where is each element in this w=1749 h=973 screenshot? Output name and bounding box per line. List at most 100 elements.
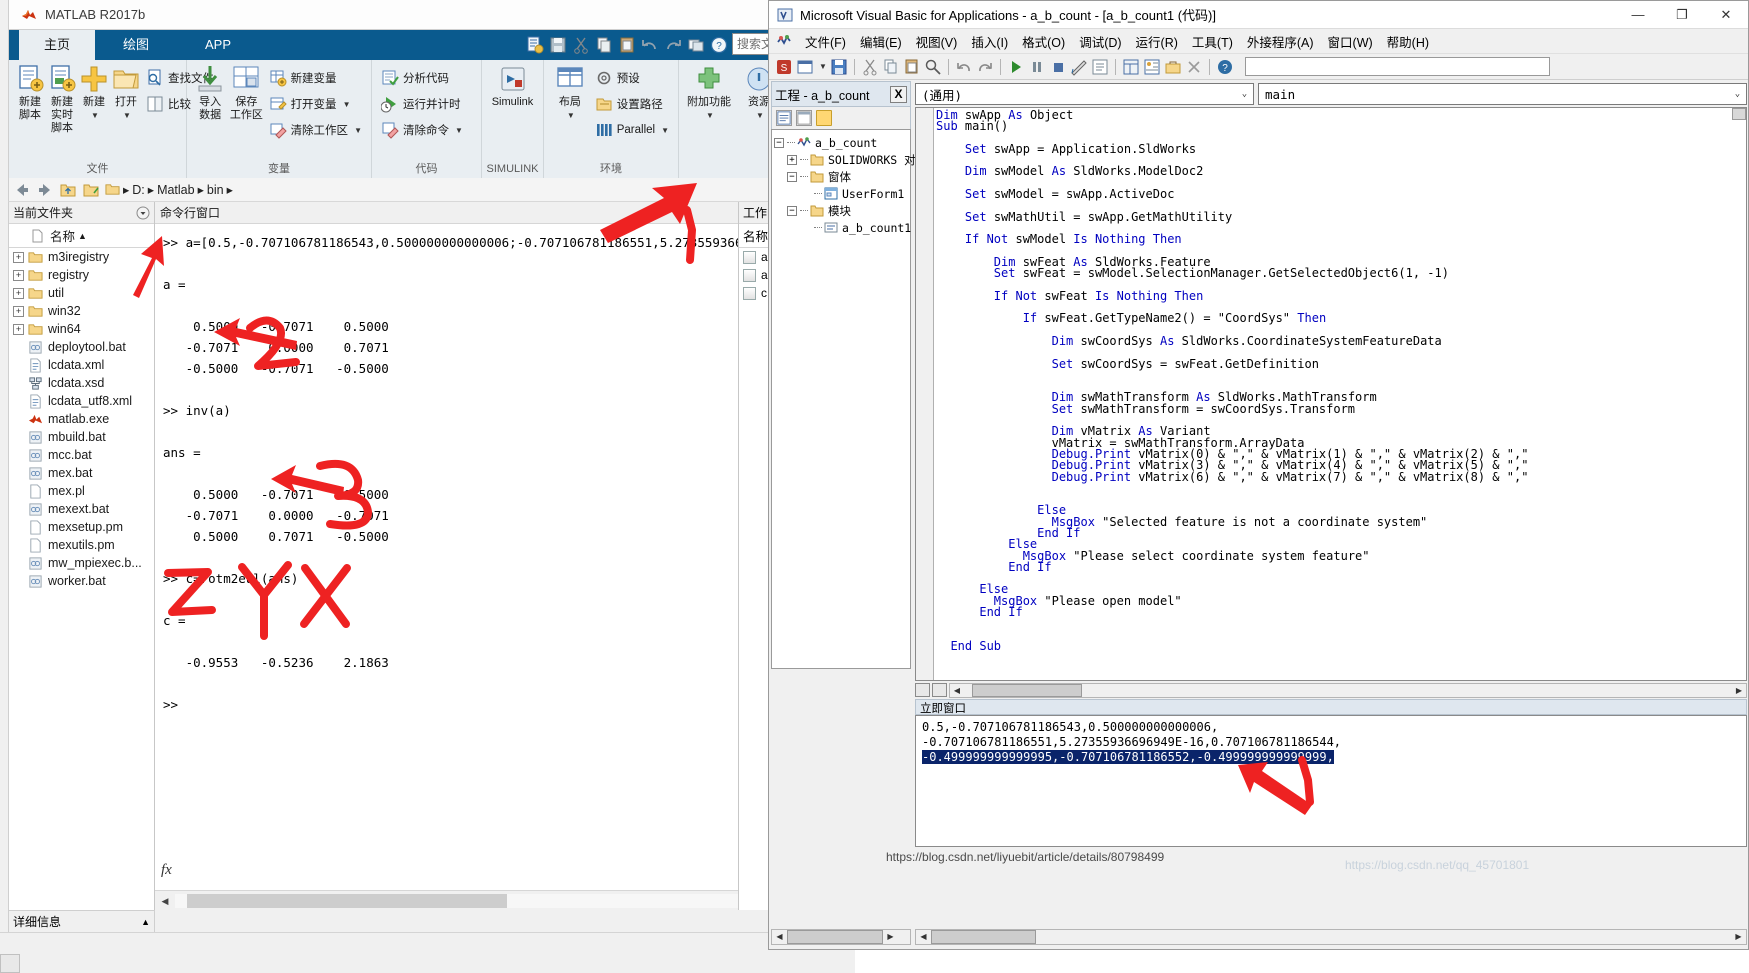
maximize-button[interactable]: ❐ <box>1660 1 1704 28</box>
file-list-item[interactable]: mbuild.bat <box>9 428 154 446</box>
forward-arrow-icon[interactable] <box>36 181 54 199</box>
stop-icon[interactable] <box>1049 58 1067 76</box>
project-panel-close-button[interactable]: X <box>890 85 907 103</box>
tree-expand-toggle[interactable]: + <box>787 154 797 165</box>
new-script-button[interactable]: 新建 脚本 <box>15 64 45 122</box>
breadcrumb-seg-1[interactable]: Matlab <box>157 183 195 197</box>
run-icon[interactable] <box>1007 58 1025 76</box>
redo-icon[interactable] <box>663 35 683 55</box>
file-list-item[interactable]: mex.bat <box>9 464 154 482</box>
simulink-button[interactable]: Simulink <box>489 64 537 109</box>
project-hscrollbar[interactable]: ◀ ▶ <box>771 929 911 945</box>
full-module-view-button[interactable] <box>932 683 947 697</box>
new-script-icon[interactable] <box>525 35 545 55</box>
object-browser-icon[interactable] <box>1143 58 1161 76</box>
tab-apps[interactable]: APP <box>177 30 259 60</box>
vba-menu-item[interactable]: 窗口(W) <box>1321 29 1380 54</box>
tree-expand-toggle[interactable]: − <box>774 137 784 148</box>
file-list-item[interactable]: mexsetup.pm <box>9 518 154 536</box>
expand-toggle-icon[interactable]: + <box>13 251 24 263</box>
chevron-down-icon[interactable]: ▼ <box>819 62 827 71</box>
expand-toggle-icon[interactable]: + <box>13 323 24 335</box>
chevron-down-icon[interactable]: ▼ <box>706 109 714 122</box>
chevron-down-icon[interactable]: ▼ <box>756 109 764 122</box>
scroll-left-arrow[interactable]: ◀ <box>916 930 931 944</box>
close-button[interactable]: ✕ <box>1704 1 1748 28</box>
vba-menu-item[interactable]: 运行(R) <box>1129 29 1185 54</box>
file-list-item[interactable]: mex.pl <box>9 482 154 500</box>
vba-menu-item[interactable]: 工具(T) <box>1185 29 1240 54</box>
paste-icon[interactable] <box>617 35 637 55</box>
project-tree-node[interactable]: a_b_count1 <box>774 219 911 236</box>
preferences-button[interactable]: 预设 <box>592 66 672 90</box>
scroll-thumb[interactable] <box>931 930 1036 944</box>
new-variable-button[interactable]: 新建变量 <box>266 66 365 90</box>
file-list-item[interactable]: matlab.exe <box>9 410 154 428</box>
scroll-left-arrow[interactable]: ◀ <box>772 930 787 944</box>
copy-icon[interactable] <box>882 58 900 76</box>
breadcrumb-seg-0[interactable]: D: <box>132 183 145 197</box>
command-window-output[interactable]: >> a=[0.5,-0.707106781186543,0.500000000… <box>155 224 826 888</box>
sort-ascending-icon[interactable]: ▲ <box>78 231 87 241</box>
vba-menu-item[interactable]: 文件(F) <box>798 29 853 54</box>
file-list-item[interactable]: lcdata.xml <box>9 356 154 374</box>
save-icon[interactable] <box>548 35 568 55</box>
project-tree-node[interactable]: − 窗体 <box>774 168 910 185</box>
scroll-thumb[interactable] <box>787 930 883 944</box>
chevron-down-icon[interactable]: ⌄ <box>1729 89 1746 99</box>
file-list-item[interactable]: mw_mpiexec.b... <box>9 554 154 572</box>
file-list-item[interactable]: + win32 <box>9 302 154 320</box>
scroll-left-arrow[interactable]: ◀ <box>950 684 964 697</box>
tab-home[interactable]: 主页 <box>19 30 95 60</box>
column-header-name[interactable]: 名称 ▲ <box>9 224 154 248</box>
project-tree-node[interactable]: − a_b_count <box>774 134 910 151</box>
file-list-item[interactable]: lcdata.xsd <box>9 374 154 392</box>
chevron-down-icon[interactable]: ▼ <box>661 126 669 135</box>
parallel-button[interactable]: Parallel ▼ <box>592 118 672 142</box>
command-window-hscrollbar[interactable]: ◀ ▶ <box>155 890 826 910</box>
chevron-down-icon[interactable]: ▼ <box>354 126 362 135</box>
chevron-up-icon[interactable]: ▲ <box>141 917 150 927</box>
toolbar-overflow-area[interactable] <box>1244 57 1550 76</box>
vba-menu-item[interactable]: 帮助(H) <box>1380 29 1436 54</box>
add-ons-button[interactable]: 附加功能 ▼ <box>685 64 733 122</box>
project-tree-node[interactable]: − 模块 <box>774 202 910 219</box>
copy-icon[interactable] <box>594 35 614 55</box>
up-folder-icon[interactable] <box>59 181 77 199</box>
file-list-item[interactable]: deploytool.bat <box>9 338 154 356</box>
breadcrumb-seg-2[interactable]: bin <box>207 183 224 197</box>
design-mode-icon[interactable] <box>1070 58 1088 76</box>
tree-expand-toggle[interactable]: − <box>787 171 797 182</box>
chevron-down-icon[interactable]: ▼ <box>123 109 131 122</box>
undo-icon[interactable] <box>955 58 973 76</box>
scroll-track[interactable] <box>175 893 806 908</box>
object-combo[interactable]: (通用) ⌄ <box>915 83 1254 105</box>
immediate-window[interactable]: 0.5,-0.707106781186543,0.500000000000006… <box>915 715 1747 847</box>
file-list-item[interactable]: + registry <box>9 266 154 284</box>
run-and-time-button[interactable]: 运行并计时 <box>378 92 466 116</box>
panel-options-icon[interactable] <box>136 206 150 220</box>
open-button[interactable]: 打开 ▼ <box>111 64 141 122</box>
tab-plots[interactable]: 绘图 <box>95 30 177 60</box>
scroll-right-arrow[interactable]: ▶ <box>1731 930 1746 944</box>
chevron-down-icon[interactable]: ▼ <box>343 100 351 109</box>
file-list-item[interactable]: + win64 <box>9 320 154 338</box>
save-workspace-button[interactable]: 保存 工作区 <box>229 64 263 122</box>
vba-menu-item[interactable]: 编辑(E) <box>853 29 909 54</box>
back-arrow-icon[interactable] <box>13 181 31 199</box>
vba-menu-item[interactable]: 调试(D) <box>1072 29 1128 54</box>
immediate-hscrollbar[interactable]: ◀ ▶ <box>915 929 1747 945</box>
compile-icon[interactable] <box>1185 58 1203 76</box>
browse-folder-icon[interactable] <box>82 181 100 199</box>
save-icon[interactable] <box>830 58 848 76</box>
code-text[interactable]: Dim swApp As Object Sub main() Set swApp … <box>936 109 1746 680</box>
vba-menu-item[interactable]: 格式(O) <box>1015 29 1072 54</box>
view-object-icon[interactable] <box>796 110 812 126</box>
project-tree-node[interactable]: UserForm1 <box>774 185 910 202</box>
toolbox-icon[interactable] <box>1164 58 1182 76</box>
file-list-item[interactable]: mexext.bat <box>9 500 154 518</box>
file-list-item[interactable]: + m3iregistry <box>9 248 154 266</box>
file-list-item[interactable]: mexutils.pm <box>9 536 154 554</box>
breadcrumb[interactable]: ▸ D: ▸ Matlab ▸ bin ▸ <box>105 182 233 197</box>
properties-window-icon[interactable] <box>1122 58 1140 76</box>
